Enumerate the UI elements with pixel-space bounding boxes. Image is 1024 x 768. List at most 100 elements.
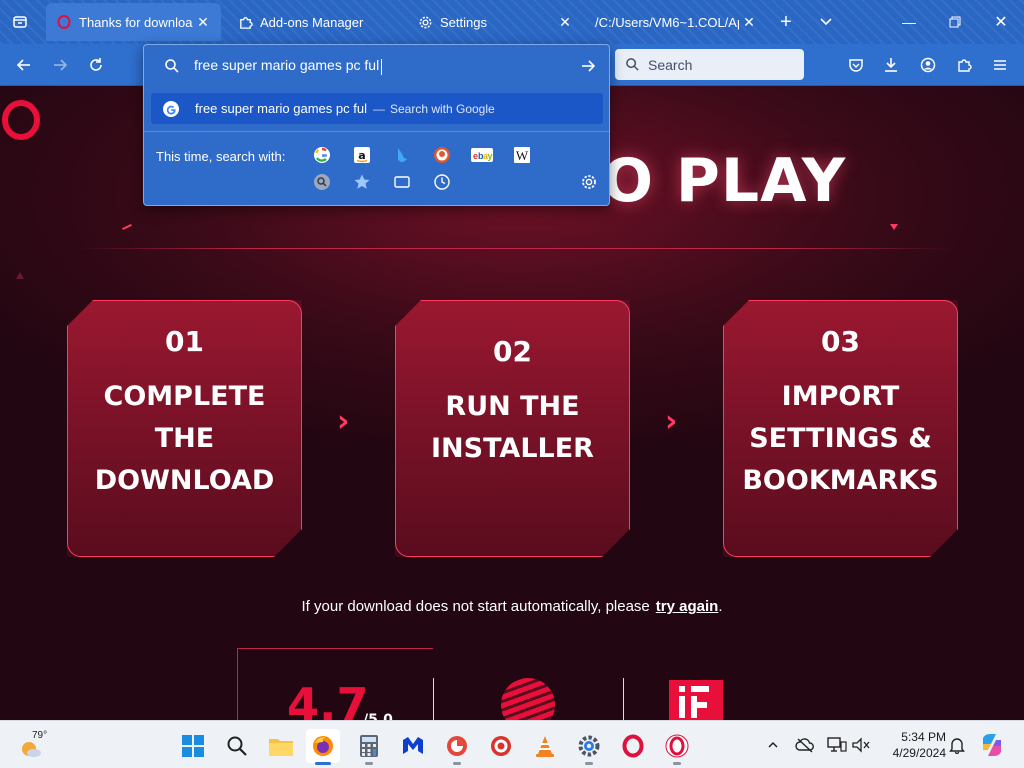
go-arrow-icon[interactable]: [580, 58, 596, 74]
search-settings-button[interactable]: [578, 171, 600, 193]
step-text: COMPLETE THE DOWNLOAD: [95, 376, 275, 502]
close-window-button[interactable]: ✕: [978, 0, 1024, 44]
step-text-line: BOOKMARKS: [742, 465, 939, 496]
google-icon[interactable]: [311, 144, 333, 166]
step-text-line: COMPLETE: [103, 381, 266, 412]
duckduckgo-icon[interactable]: [431, 144, 453, 166]
vlc-button[interactable]: [528, 729, 562, 763]
copilot-button[interactable]: [978, 731, 1006, 759]
back-button[interactable]: [9, 50, 39, 80]
suggestion-separator: —: [372, 101, 385, 116]
menu-button[interactable]: [985, 50, 1015, 80]
wikipedia-icon[interactable]: W: [511, 144, 533, 166]
downloads-button[interactable]: [876, 50, 906, 80]
suggestion-text: free super mario games pc ful: [195, 101, 367, 116]
search-icon: [626, 58, 639, 71]
opera-taskbar-button[interactable]: [616, 729, 650, 763]
svg-text:y: y: [488, 151, 493, 161]
divider-line: [80, 248, 950, 249]
search-bar[interactable]: Search: [615, 49, 804, 80]
suggestion-hint: Search with Google: [389, 101, 495, 116]
search-shortcut-icon[interactable]: [311, 171, 333, 193]
start-button[interactable]: [176, 729, 210, 763]
app-red-button[interactable]: [484, 729, 518, 763]
reload-button[interactable]: [81, 50, 111, 80]
restore-icon: [949, 16, 961, 28]
notifications-button[interactable]: [946, 734, 968, 756]
step-number: 02: [493, 335, 532, 368]
bell-icon: [949, 738, 965, 754]
firefox-icon: [313, 736, 333, 756]
step-card-1: 01 COMPLETE THE DOWNLOAD: [67, 300, 302, 557]
windows-logo-icon: [182, 735, 204, 757]
gear-icon: [417, 14, 433, 30]
ebay-icon[interactable]: ebay: [471, 144, 493, 166]
tab-local-file[interactable]: /C:/Users/VM6~1.COL/AppData ✕: [585, 3, 767, 41]
close-icon[interactable]: ✕: [739, 12, 759, 32]
opera-installer-button[interactable]: [660, 729, 694, 765]
firefox-taskbar-button[interactable]: [306, 729, 340, 765]
chevron-right-icon: ›: [337, 404, 350, 439]
if-design-award-logo: [669, 680, 723, 720]
close-icon[interactable]: ✕: [555, 12, 575, 32]
step-card-2: 02 RUN THE INSTALLER: [395, 300, 630, 557]
hamburger-icon: [994, 60, 1006, 70]
note-end: .: [718, 598, 723, 615]
ccleaner-button[interactable]: [440, 729, 474, 765]
step-text-line: IMPORT: [781, 381, 900, 412]
address-bar[interactable]: free super mario games pc ful: [144, 45, 609, 87]
text-caret: [381, 58, 383, 75]
network-button[interactable]: [826, 734, 848, 756]
opera-logo[interactable]: [2, 100, 40, 140]
tab-list-icon: [13, 16, 27, 28]
tabs-icon[interactable]: [391, 171, 413, 193]
monitor-network-icon: [827, 737, 847, 752]
list-all-tabs-button[interactable]: [812, 8, 840, 36]
close-icon[interactable]: ✕: [193, 12, 213, 32]
address-input-value[interactable]: free super mario games pc ful: [194, 57, 383, 75]
bookmarks-star-icon[interactable]: [351, 171, 373, 193]
forward-button[interactable]: [45, 50, 75, 80]
malwarebytes-button[interactable]: [396, 729, 430, 763]
pocket-button[interactable]: [841, 50, 871, 80]
download-note: If your download does not start automati…: [0, 598, 1024, 615]
calculator-button[interactable]: [352, 729, 386, 765]
step-text-line: DOWNLOAD: [94, 465, 275, 496]
step-text-line: THE: [154, 423, 215, 454]
account-button[interactable]: [913, 50, 943, 80]
settings-app-button[interactable]: [572, 729, 606, 765]
rating-value: 4.7: [287, 678, 369, 720]
file-explorer-button[interactable]: [264, 729, 298, 763]
tab-addons-manager[interactable]: Add-ons Manager: [227, 3, 407, 41]
onedrive-button[interactable]: [794, 734, 816, 756]
tab-label: Settings: [440, 14, 487, 30]
search-suggestion-row[interactable]: free super mario games pc ful — Search w…: [151, 93, 603, 124]
tab-list-button[interactable]: [6, 8, 34, 36]
gear-icon: [582, 175, 596, 189]
volume-button[interactable]: [850, 734, 872, 756]
try-again-link[interactable]: try again: [656, 598, 719, 615]
folder-icon: [269, 739, 293, 756]
taskbar-search-button[interactable]: [220, 729, 254, 763]
new-tab-button[interactable]: +: [772, 8, 800, 36]
opera-icon: [622, 734, 644, 758]
divider: [144, 131, 609, 132]
show-hidden-icons-button[interactable]: [762, 734, 784, 756]
step-text: IMPORT SETTINGS & BOOKMARKS: [742, 376, 938, 502]
copilot-icon: [983, 734, 1001, 756]
amazon-icon[interactable]: a: [351, 144, 373, 166]
minimize-icon: —: [902, 14, 916, 30]
tab-thanks-downloading[interactable]: Thanks for downloading Opera ✕: [46, 3, 221, 41]
calculator-icon: [360, 735, 378, 757]
minimize-button[interactable]: —: [886, 0, 932, 44]
system-clock[interactable]: 5:34 PM 4/29/2024: [882, 729, 946, 761]
close-icon: ✕: [994, 14, 1008, 31]
gear-icon: [578, 735, 600, 757]
tab-settings[interactable]: Settings ✕: [407, 3, 583, 41]
extensions-button[interactable]: [949, 50, 979, 80]
history-icon[interactable]: [431, 171, 453, 193]
step-text-line: SETTINGS &: [749, 423, 932, 454]
weather-widget[interactable]: 79°: [18, 729, 58, 763]
restore-button[interactable]: [932, 0, 978, 44]
bing-icon[interactable]: [391, 144, 413, 166]
